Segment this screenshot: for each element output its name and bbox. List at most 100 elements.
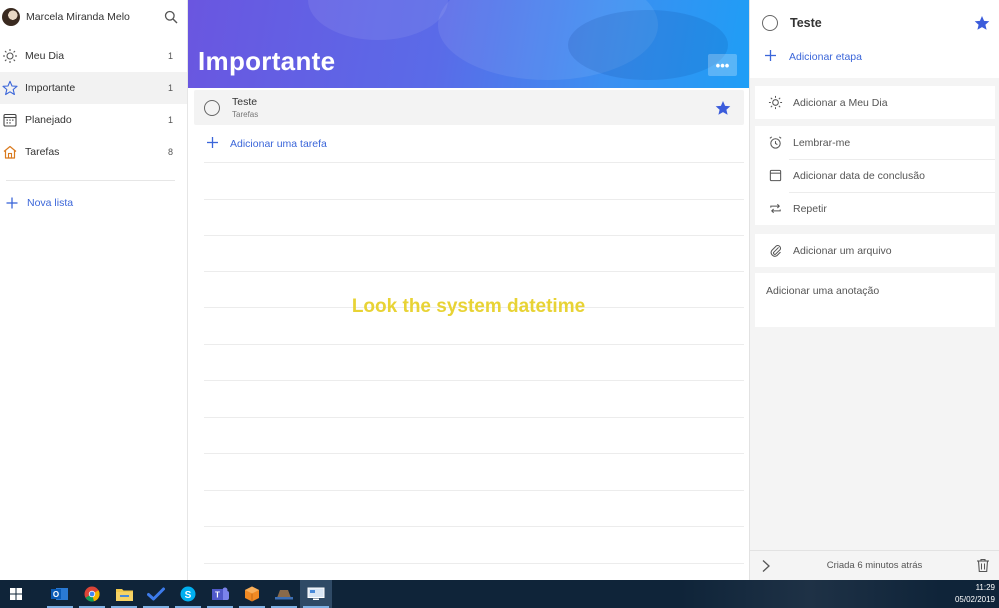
list-rule <box>204 380 744 381</box>
task-row[interactable]: Teste Tarefas <box>194 90 744 125</box>
list-header: Importante ••• <box>188 0 749 88</box>
add-file-label: Adicionar um arquivo <box>793 244 892 257</box>
page-title: Importante <box>198 46 336 76</box>
details-footer: Criada 6 minutos atrás <box>750 550 999 580</box>
main-panel: Importante ••• Teste Tarefas Adicionar u… <box>188 0 749 580</box>
plus-icon <box>764 49 777 65</box>
sidebar-item-tarefas[interactable]: Tarefas 8 <box>0 136 187 168</box>
trash-icon[interactable] <box>975 558 991 574</box>
header-texture <box>308 0 448 40</box>
new-list-button[interactable]: Nova lista <box>0 191 187 215</box>
skype-icon[interactable]: S <box>172 580 204 608</box>
sidebar-item-label: Planejado <box>25 114 72 126</box>
add-task-label: Adicionar uma tarefa <box>230 138 327 150</box>
search-icon[interactable] <box>163 9 179 25</box>
list-rule <box>204 235 744 236</box>
sidebar-item-importante[interactable]: Importante 1 <box>0 72 187 104</box>
file-explorer-icon[interactable] <box>108 580 140 608</box>
sidebar-item-planejado[interactable]: Planejado 1 <box>0 104 187 136</box>
details-header: Teste Adicionar etapa <box>750 0 999 78</box>
list-rule <box>204 199 744 200</box>
add-to-my-day-button[interactable]: Adicionar a Meu Dia <box>755 86 995 119</box>
sidebar-item-label: Importante <box>25 82 76 94</box>
task-title: Teste <box>232 95 258 108</box>
chrome-icon[interactable] <box>76 580 108 608</box>
sidebar-item-meu-dia[interactable]: Meu Dia 1 <box>0 40 187 72</box>
add-due-date-label: Adicionar data de conclusão <box>793 169 925 182</box>
app-window-icon[interactable] <box>268 580 300 608</box>
sidebar-item-label: Tarefas <box>25 146 60 158</box>
new-list-label: Nova lista <box>27 197 74 209</box>
alarm-clock-icon <box>767 135 783 151</box>
repeat-label: Repetir <box>793 202 827 215</box>
add-step-button[interactable]: Adicionar etapa <box>764 49 862 65</box>
clock-time: 11:29 <box>975 583 995 592</box>
list-rule <box>204 563 744 564</box>
paperclip-icon <box>767 243 783 259</box>
repeat-button[interactable]: Repetir <box>755 192 995 225</box>
clock-date: 05/02/2019 <box>954 595 995 604</box>
complete-task-checkbox[interactable] <box>204 99 220 116</box>
user-name: Marcela Miranda Melo <box>26 11 130 23</box>
details-task-title[interactable]: Teste <box>790 16 973 30</box>
sidebar-divider <box>6 180 175 181</box>
list-rule <box>204 490 744 491</box>
add-due-date-button[interactable]: Adicionar data de conclusão <box>755 159 995 192</box>
sidebar: Marcela Miranda Melo Meu Dia 1 Important… <box>0 0 188 580</box>
taskbar-highlight <box>680 580 940 608</box>
note-placeholder: Adicionar uma anotação <box>766 285 880 297</box>
note-field[interactable]: Adicionar uma anotação <box>755 273 995 327</box>
svg-text:T: T <box>215 591 220 600</box>
created-timestamp: Criada 6 minutos atrás <box>826 560 923 571</box>
svg-text:S: S <box>185 590 192 601</box>
star-filled-icon[interactable] <box>714 99 732 117</box>
calendar-icon <box>767 168 783 184</box>
package-icon[interactable] <box>236 580 268 608</box>
sun-icon <box>1 47 19 65</box>
add-task-button[interactable]: Adicionar uma tarefa <box>206 136 327 152</box>
add-file-button[interactable]: Adicionar um arquivo <box>755 234 995 267</box>
sidebar-item-count: 1 <box>167 115 173 125</box>
overlay-caption: Look the system datetime <box>351 296 586 317</box>
repeat-icon <box>767 201 783 217</box>
todo-icon[interactable] <box>140 580 172 608</box>
windows-start-icon[interactable] <box>0 580 32 608</box>
chevron-right-icon[interactable] <box>758 558 774 574</box>
user-row[interactable]: Marcela Miranda Melo <box>0 0 187 34</box>
header-texture <box>568 10 728 80</box>
details-pane: Teste Adicionar etapa Adicionar a Meu Di… <box>749 0 999 580</box>
avatar[interactable] <box>2 8 20 26</box>
home-icon <box>1 143 19 161</box>
system-clock[interactable]: 11:29 05/02/2019 <box>955 582 995 606</box>
details-title-row: Teste <box>762 14 991 32</box>
more-options-button[interactable]: ••• <box>708 54 737 76</box>
list-rule <box>204 162 744 163</box>
calendar-icon <box>1 111 19 129</box>
plus-icon <box>3 194 21 212</box>
task-text: Teste Tarefas <box>232 96 714 120</box>
list-rule <box>204 526 744 527</box>
remote-desktop-icon[interactable] <box>300 580 332 608</box>
plus-icon <box>206 136 219 152</box>
file-block: Adicionar um arquivo <box>755 234 995 267</box>
schedule-block: Lembrar-me Adicionar data de conclusão R… <box>755 126 995 225</box>
list-rule <box>204 417 744 418</box>
star-filled-icon[interactable] <box>973 14 991 32</box>
sidebar-item-count: 8 <box>167 147 173 157</box>
sidebar-item-label: Meu Dia <box>25 50 65 62</box>
remind-me-label: Lembrar-me <box>793 136 851 149</box>
teams-icon[interactable]: T <box>204 580 236 608</box>
list-rule <box>204 271 744 272</box>
sidebar-item-count: 1 <box>167 83 173 93</box>
add-to-my-day-label: Adicionar a Meu Dia <box>793 96 888 109</box>
list-rule <box>204 344 744 345</box>
complete-task-checkbox[interactable] <box>762 15 778 31</box>
add-step-label: Adicionar etapa <box>789 51 862 63</box>
sun-icon <box>767 95 783 111</box>
outlook-icon[interactable]: O <box>44 580 76 608</box>
svg-text:O: O <box>53 590 59 599</box>
remind-me-button[interactable]: Lembrar-me <box>755 126 995 159</box>
my-day-block: Adicionar a Meu Dia <box>755 86 995 119</box>
sidebar-item-count: 1 <box>167 51 173 61</box>
task-list-name: Tarefas <box>232 109 259 119</box>
